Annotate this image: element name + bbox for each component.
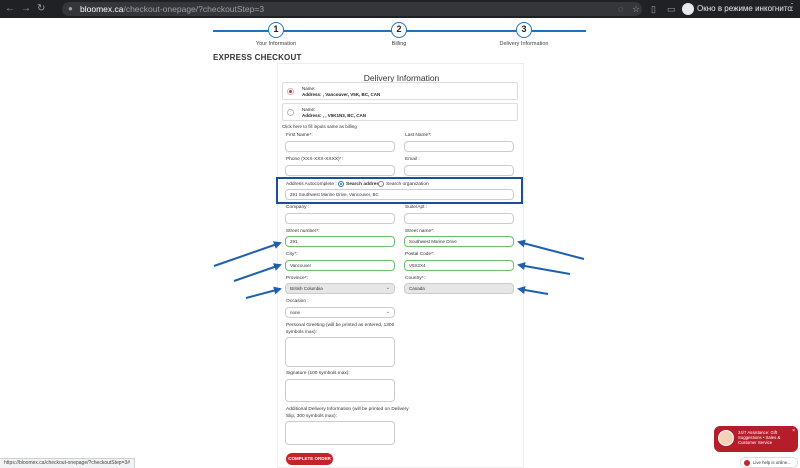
arrow-street-name: [517, 239, 585, 260]
live-help-badge[interactable]: Live help is online...: [740, 457, 798, 468]
chat-widget[interactable]: 24/7 Assistance: Gift Suggestions • Sale…: [714, 426, 798, 452]
arrow-province: [245, 286, 282, 299]
live-help-icon: [744, 460, 750, 466]
arrow-country: [517, 286, 549, 295]
arrow-postal-code: [517, 262, 571, 275]
live-help-text: Live help is online...: [753, 460, 791, 465]
status-bar: https://bloomex.ca/checkout-onepage/?che…: [0, 458, 136, 468]
chat-text: 24/7 Assistance: Gift Suggestions • Sale…: [738, 430, 781, 445]
arrow-street-number: [213, 241, 282, 267]
annotation-arrows: [213, 239, 585, 299]
chat-agent-avatar: [718, 430, 734, 446]
arrow-city: [233, 263, 282, 282]
close-icon[interactable]: ×: [792, 428, 795, 434]
